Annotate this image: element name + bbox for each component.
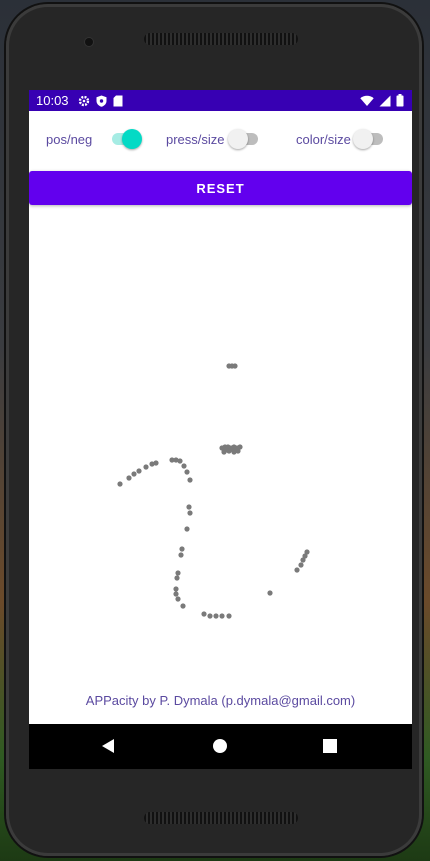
touch-dot [213,613,219,619]
toggle-group-pos-neg: pos/neg [46,129,143,149]
touch-dot [223,447,229,453]
touch-dot [126,475,132,481]
switch-thumb [352,129,373,149]
touch-dot [226,613,232,619]
status-bar: 10:03 [29,90,412,111]
color-size-switch[interactable] [352,129,387,149]
touch-dot [181,463,187,469]
navigation-bar [29,724,412,769]
touch-dot [187,477,193,483]
touch-dot [136,468,142,474]
front-camera [85,38,93,46]
status-time: 10:03 [36,93,69,108]
touch-dot [235,448,241,454]
switch-thumb [227,129,248,149]
battery-icon [396,94,404,107]
touch-dot [186,504,192,510]
touch-dot [294,567,300,573]
toggle-group-press-size: press/size [166,129,262,149]
pos-neg-switch[interactable] [108,129,143,149]
press-size-label: press/size [166,131,225,147]
sd-card-icon [113,95,123,106]
wifi-icon [360,95,374,106]
touch-dot [219,613,225,619]
color-size-label: color/size [296,131,351,147]
signal-icon [379,95,391,106]
reset-button[interactable]: RESET [29,171,412,205]
touch-dot [131,471,137,477]
touch-dot [184,469,190,475]
touch-dot [184,526,190,532]
press-size-switch[interactable] [227,129,262,149]
touch-dot [187,510,193,516]
touch-dot [175,570,181,576]
touch-dot [232,363,238,369]
switch-thumb [122,129,143,149]
phone-frame: 10:03 pos/neg press/size color/size RESE… [6,4,422,856]
touch-dot [180,603,186,609]
home-icon[interactable] [210,736,230,756]
touch-dot [267,590,273,596]
shield-icon [96,95,107,107]
touch-dot [175,596,181,602]
touch-dot [179,546,185,552]
toggle-row: pos/neg press/size color/size [29,111,412,167]
touch-dot [177,458,183,464]
touch-dot [178,552,184,558]
touch-dot [300,557,306,563]
touch-dot [298,562,304,568]
recents-icon[interactable] [320,736,340,756]
touch-dot [230,446,236,452]
touch-dot [201,611,207,617]
bottom-speaker [144,812,298,824]
footer-credit: APPacity by P. Dymala (p.dymala@gmail.co… [85,693,356,708]
toggle-group-color-size: color/size [296,129,387,149]
touch-dot [173,591,179,597]
touch-dot [153,460,159,466]
touch-dot [117,481,123,487]
pos-neg-label: pos/neg [46,131,93,147]
touch-dot [173,586,179,592]
drawing-canvas[interactable] [29,208,412,678]
back-icon[interactable] [99,736,119,756]
touch-dot [207,613,213,619]
touch-dot [174,575,180,581]
app-screen: 10:03 pos/neg press/size color/size RESE… [29,90,412,769]
gear-icon [78,95,89,106]
touch-dot [143,464,149,470]
earpiece-speaker [144,33,298,45]
